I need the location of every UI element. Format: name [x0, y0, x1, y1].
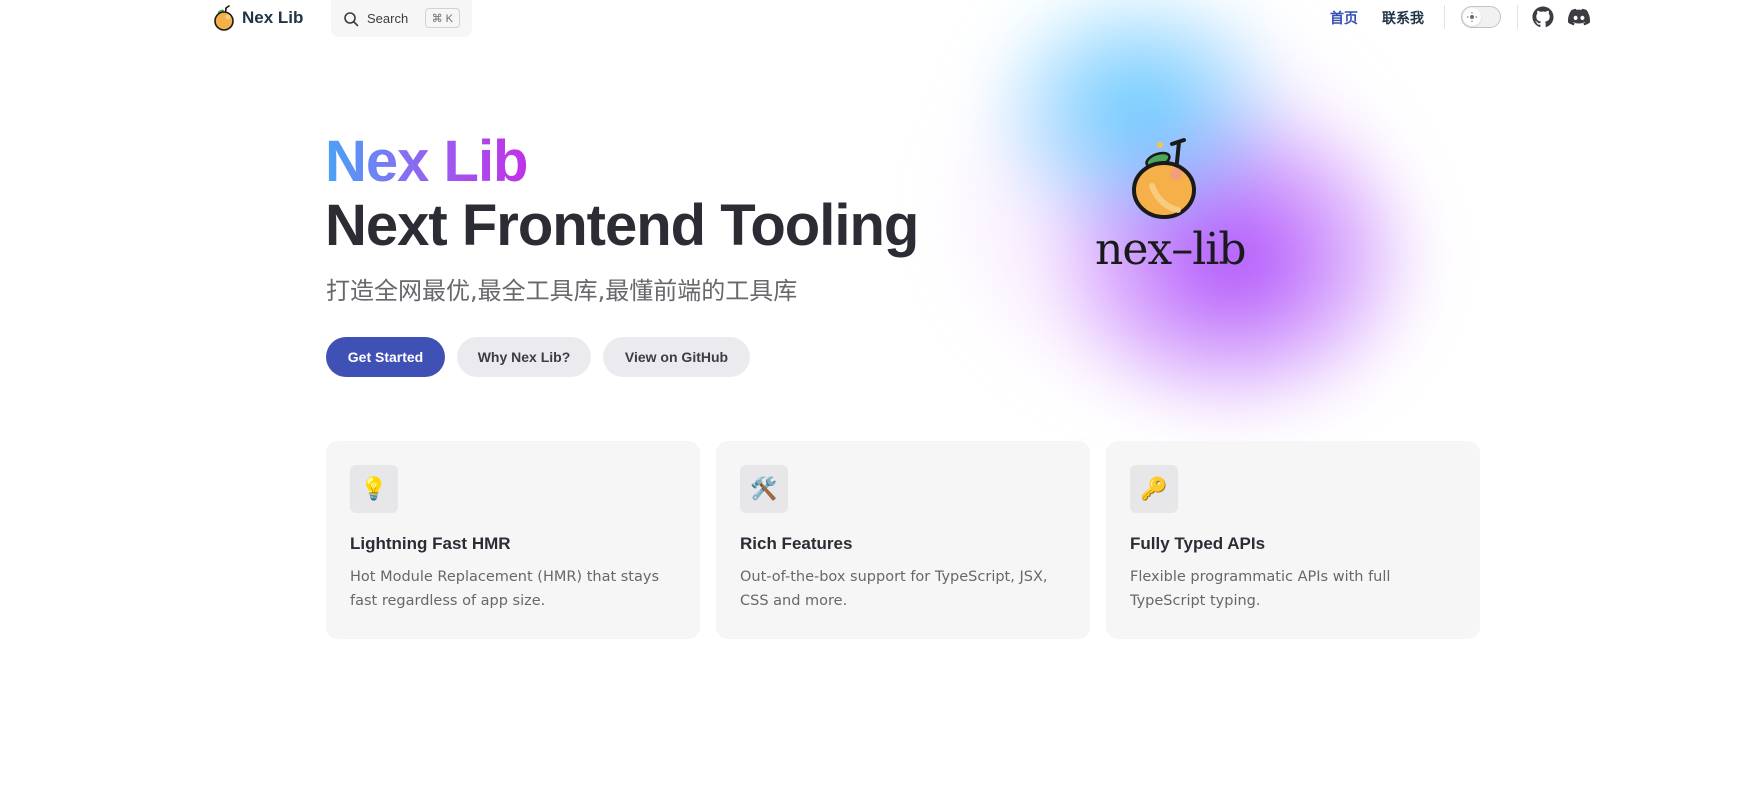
- search-icon: [344, 11, 359, 26]
- feature-title: Lightning Fast HMR: [350, 534, 511, 553]
- search-button[interactable]: Search ⌘ K: [331, 0, 472, 37]
- hero-text: Next Frontend Tooling: [325, 193, 919, 258]
- toggle-knob: [1463, 8, 1481, 26]
- nav-link-contact[interactable]: 联系我: [1382, 8, 1424, 28]
- search-shortcut-badge: ⌘ K: [424, 8, 460, 28]
- peach-logo-icon: [214, 5, 234, 31]
- tools-icon: 🛠️: [740, 465, 788, 513]
- nav-link-home[interactable]: 首页: [1330, 8, 1358, 28]
- github-icon[interactable]: [1532, 6, 1554, 28]
- hero-tagline: 打造全网最优,最全工具库,最懂前端的工具库: [326, 277, 798, 305]
- feature-card: 💡 Lightning Fast HMR Hot Module Replacem…: [326, 441, 700, 639]
- top-navbar: Nex Lib Search ⌘ K 首页 联系我: [0, 0, 1747, 37]
- view-on-github-button[interactable]: View on GitHub: [603, 337, 750, 377]
- key-icon: 🔑: [1130, 465, 1178, 513]
- hero-name: Nex Lib: [325, 126, 528, 198]
- brand-link[interactable]: Nex Lib: [212, 4, 303, 32]
- feature-details: Out-of-the-box support for TypeScript, J…: [740, 569, 1048, 609]
- feature-details: Flexible programmatic APIs with full Typ…: [1130, 569, 1391, 609]
- feature-card: 🛠️ Rich Features Out-of-the-box support …: [716, 441, 1090, 639]
- feature-details: Hot Module Replacement (HMR) that stays …: [350, 569, 660, 609]
- search-placeholder: Search: [367, 11, 409, 26]
- feature-title: Fully Typed APIs: [1130, 534, 1266, 553]
- nav-divider: [1444, 5, 1445, 29]
- get-started-button[interactable]: Get Started: [326, 337, 445, 377]
- site-title: Nex Lib: [242, 8, 304, 27]
- why-nex-lib-button[interactable]: Why Nex Lib?: [457, 337, 591, 377]
- feature-card: 🔑 Fully Typed APIs Flexible programmatic…: [1106, 441, 1480, 639]
- feature-title: Rich Features: [740, 534, 853, 553]
- lightbulb-icon: 💡: [350, 465, 398, 513]
- nav-divider: [1517, 5, 1518, 29]
- logo-wordmark: nex–lib: [1095, 224, 1247, 275]
- sun-icon: [1467, 12, 1477, 22]
- discord-icon[interactable]: [1568, 6, 1590, 28]
- appearance-toggle[interactable]: [1461, 6, 1501, 28]
